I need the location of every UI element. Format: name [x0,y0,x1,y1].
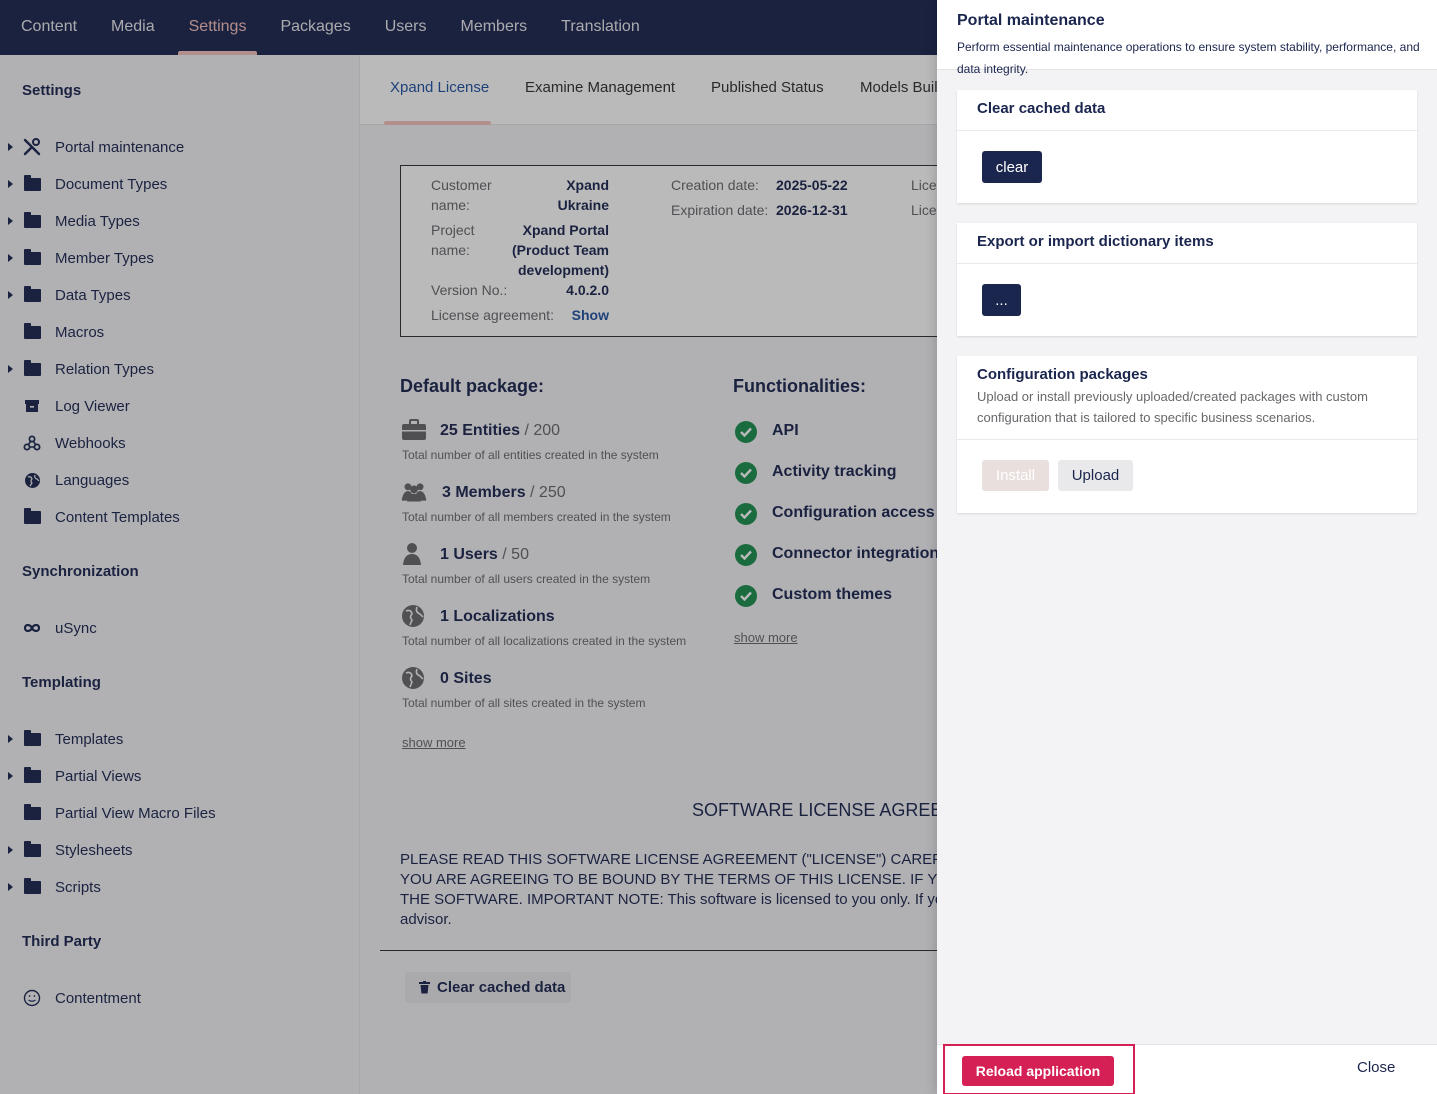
card-title: Configuration packages [977,366,1148,383]
highlight-box: Reload application [943,1044,1135,1094]
clear-button[interactable]: clear [982,151,1042,183]
card-header: Configuration packages Upload or install… [957,356,1417,440]
dictionary-actions-button[interactable]: ... [982,284,1021,316]
dictionary-items-card: Export or import dictionary items ... [957,223,1417,336]
modal-backdrop[interactable] [0,0,937,1094]
portal-maintenance-panel: Portal maintenance Perform essential mai… [937,0,1437,1094]
clear-cached-data-card: Clear cached data clear [957,90,1417,203]
close-button[interactable]: Close [1357,1059,1395,1076]
panel-title: Portal maintenance [957,12,1105,29]
configuration-packages-card: Configuration packages Upload or install… [957,356,1417,513]
panel-description: Perform essential maintenance operations… [957,40,1420,76]
card-header: Clear cached data [957,90,1417,131]
card-header: Export or import dictionary items [957,223,1417,264]
card-title: Export or import dictionary items [977,233,1214,250]
panel-header: Portal maintenance Perform essential mai… [937,0,1437,76]
install-button: Install [982,460,1049,491]
panel-footer: Reload application Close [937,1044,1437,1094]
reload-application-button[interactable]: Reload application [962,1056,1114,1086]
upload-button[interactable]: Upload [1058,460,1133,491]
card-subtitle: Upload or install previously uploaded/cr… [977,389,1368,425]
card-title: Clear cached data [977,100,1106,117]
